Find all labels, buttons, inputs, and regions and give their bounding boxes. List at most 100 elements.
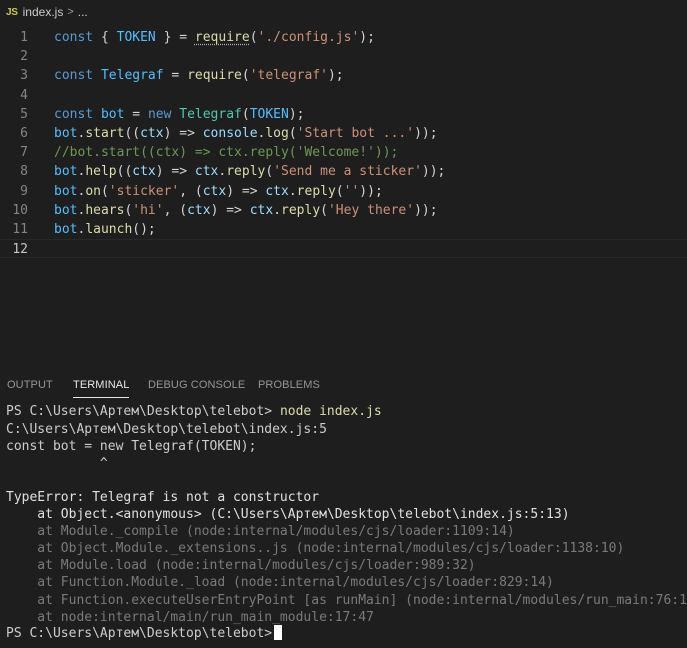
line-code: const { TOKEN } = require('./config.js')… xyxy=(54,28,375,47)
line-code: const Telegraf = require('telegraf'); xyxy=(54,66,344,85)
code-line[interactable]: 8 bot.help((ctx) => ctx.reply('Send me a … xyxy=(0,162,687,181)
code-token: const xyxy=(54,68,94,84)
code-token: . xyxy=(273,202,282,218)
code-token: (( xyxy=(124,126,141,141)
breadcrumb-file-name[interactable]: index.js xyxy=(23,5,64,19)
code-line[interactable]: 7 //bot.start((ctx) => ctx.reply('Welcome… xyxy=(0,143,687,162)
line-code: const bot = new Telegraf(TOKEN); xyxy=(54,105,305,124)
code-token: , ( xyxy=(179,183,203,199)
breadcrumb[interactable]: JS index.js > ... xyxy=(0,0,687,24)
code-token: ( xyxy=(335,183,344,199)
code-token: reply xyxy=(281,202,321,218)
code-token: = xyxy=(124,106,148,122)
code-token: ( xyxy=(249,30,258,45)
code-token: ctx xyxy=(194,164,219,180)
line-number: 9 xyxy=(20,183,28,199)
code-token: ( xyxy=(241,68,250,84)
code-line[interactable]: 11 bot.launch(); xyxy=(0,220,687,239)
code-token: reply xyxy=(296,183,336,199)
line-number: 10 xyxy=(12,202,28,218)
terminal-prompt: PS C:\Users\Артем\Desktop\telebot> xyxy=(6,404,280,419)
code-token: ctx xyxy=(132,164,156,180)
code-line[interactable]: 12 xyxy=(0,239,687,259)
chevron-right-icon: > xyxy=(67,6,74,18)
line-number: 8 xyxy=(20,164,28,180)
code-token: launch xyxy=(85,222,133,237)
terminal-final-prompt-line[interactable]: PS C:\Users\Артем\Desktop\telebot> xyxy=(6,625,283,642)
code-token: , ( xyxy=(163,202,188,218)
terminal-line: at Function.Module._load (node:internal/… xyxy=(6,575,554,591)
code-token: (); xyxy=(132,222,156,237)
code-token: require xyxy=(194,30,250,45)
line-code: bot.help((ctx) => ctx.reply('Send me a s… xyxy=(54,162,445,181)
code-line[interactable]: 3 const Telegraf = require('telegraf'); xyxy=(0,66,687,85)
code-token: ( xyxy=(265,164,274,180)
terminal-line: TypeError: Telegraf is not a constructor xyxy=(6,489,320,505)
code-token: const xyxy=(54,106,94,122)
line-number: 5 xyxy=(20,106,28,122)
tab-debug-console[interactable]: DEBUG CONSOLE xyxy=(148,370,245,400)
code-token: ctx xyxy=(202,183,227,199)
code-editor[interactable]: 1 const { TOKEN } = require('./config.js'… xyxy=(0,28,687,368)
code-line[interactable]: 1 const { TOKEN } = require('./config.js'… xyxy=(0,28,687,47)
terminal-line: at Function.executeUserEntryPoint [as ru… xyxy=(6,592,687,608)
line-code: bot.start((ctx) => console.log('Start bo… xyxy=(54,124,438,143)
code-token: start xyxy=(85,126,125,141)
terminal-line: at node:internal/main/run_main_module:17… xyxy=(6,609,374,625)
javascript-file-icon: JS xyxy=(6,6,18,18)
code-token: TOKEN xyxy=(249,106,289,122)
code-token: 'hi' xyxy=(132,202,164,218)
code-token: ( xyxy=(288,126,297,141)
code-token: reply xyxy=(226,164,266,180)
code-token: )); xyxy=(414,126,438,141)
code-line[interactable]: 5 const bot = new Telegraf(TOKEN); xyxy=(0,105,687,124)
terminal-line: at Module.load (node:internal/modules/cj… xyxy=(6,558,476,574)
terminal-prompt-line: PS C:\Users\Артем\Desktop\telebot> node … xyxy=(6,403,382,420)
breadcrumb-more[interactable]: ... xyxy=(78,5,88,19)
code-token: help xyxy=(85,164,117,180)
code-token: 'Hey there' xyxy=(327,202,415,218)
code-token: ); xyxy=(327,68,344,84)
code-token: ) => xyxy=(155,164,195,180)
terminal-line: C:\Users\Артем\Desktop\telebot\index.js:… xyxy=(6,421,327,437)
code-token: 'telegraf' xyxy=(249,68,328,84)
line-number: 1 xyxy=(20,30,28,45)
code-token: ctx xyxy=(249,202,274,218)
line-number: 7 xyxy=(20,145,28,161)
code-token: )); xyxy=(414,202,438,218)
code-token: ) => xyxy=(210,202,250,218)
tab-problems[interactable]: PROBLEMS xyxy=(258,370,320,400)
terminal-line: const bot = new Telegraf(TOKEN); xyxy=(6,438,257,454)
code-token: new xyxy=(147,106,172,122)
tab-terminal[interactable]: TERMINAL xyxy=(73,370,130,400)
code-token: hears xyxy=(85,202,125,218)
code-token: Telegraf xyxy=(100,68,164,84)
code-token: ); xyxy=(359,30,375,45)
code-line[interactable]: 6 bot.start((ctx) => console.log('Start b… xyxy=(0,124,687,143)
code-token: bot xyxy=(54,202,78,218)
terminal-line: ^ xyxy=(6,455,108,471)
tab-output[interactable]: OUTPUT xyxy=(7,370,53,400)
code-token: 'sticker' xyxy=(108,183,180,199)
code-token: bot xyxy=(54,183,78,199)
code-line[interactable]: 2 xyxy=(0,47,687,66)
code-token: log xyxy=(265,126,289,141)
code-token: ); xyxy=(288,106,305,122)
terminal-output[interactable]: PS C:\Users\Артем\Desktop\telebot> node … xyxy=(0,403,687,648)
code-token: } = xyxy=(155,30,195,45)
line-code: bot.hears('hi', (ctx) => ctx.reply('Hey … xyxy=(54,201,438,220)
terminal-cursor xyxy=(274,625,283,640)
code-line[interactable]: 9 bot.on('sticker', (ctx) => ctx.reply(''… xyxy=(0,182,687,201)
code-token: . xyxy=(288,183,297,199)
terminal-final-prompt: PS C:\Users\Артем\Desktop\telebot> xyxy=(6,626,273,641)
panel-tab-bar: OUTPUT TERMINAL DEBUG CONSOLE PROBLEMS xyxy=(0,370,687,400)
code-token: bot xyxy=(100,106,125,122)
code-token: ctx xyxy=(187,202,211,218)
line-number: 4 xyxy=(20,87,28,103)
code-line[interactable]: 10 bot.hears('hi', (ctx) => ctx.reply('He… xyxy=(0,201,687,220)
code-token: '' xyxy=(343,183,360,199)
code-line[interactable]: 4 xyxy=(0,86,687,105)
code-token: bot xyxy=(54,126,78,141)
code-token: //bot.start((ctx) => ctx.reply('Welcome!… xyxy=(54,145,399,161)
